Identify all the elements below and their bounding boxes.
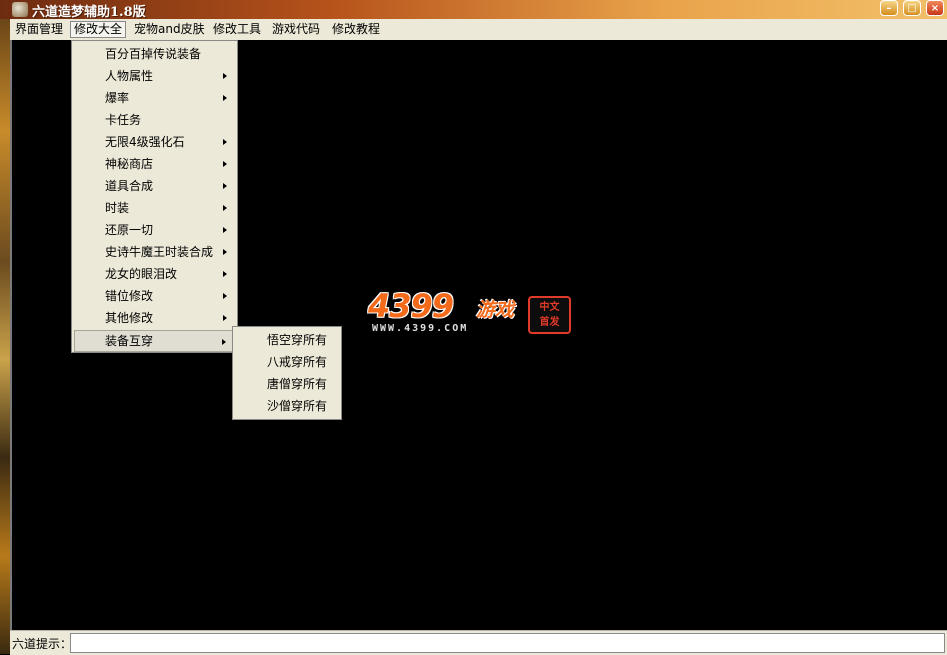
submenu-arrow-icon xyxy=(223,293,227,299)
status-bar: 六道提示： xyxy=(10,630,947,655)
dropdown-item-label: 错位修改 xyxy=(105,289,154,303)
close-button[interactable]: × xyxy=(926,0,944,16)
dropdown-item-legendary-drop[interactable]: 百分百掉传说装备 xyxy=(74,43,235,65)
submenu-arrow-icon xyxy=(222,339,226,345)
submenu-arrow-icon xyxy=(223,183,227,189)
dropdown-item-misplace-modify[interactable]: 错位修改 xyxy=(74,285,235,307)
submenu-arrow-icon xyxy=(223,271,227,277)
dropdown-item-fashion[interactable]: 时装 xyxy=(74,197,235,219)
desktop-background-strip xyxy=(0,0,10,654)
dropdown-item-label: 还原一切 xyxy=(105,223,154,237)
4399-logo: 4399 游戏 WWW.4399.COM 中文 首发 xyxy=(368,287,573,339)
dropdown-item-drop-rate[interactable]: 爆率 xyxy=(74,87,235,109)
dropdown-item-label: 爆率 xyxy=(105,91,130,105)
dropdown-item-equipment-swap[interactable]: 装备互穿 xyxy=(74,330,235,352)
modify-all-dropdown: 百分百掉传说装备 人物属性 爆率 卡任务 无限4级强化石 神秘商店 道具合成 时… xyxy=(71,40,238,353)
submenu-item-wukong[interactable]: 悟空穿所有 xyxy=(235,329,339,351)
window-title: 六道造梦辅助1.8版 xyxy=(32,5,146,20)
equipment-swap-submenu: 悟空穿所有 八戒穿所有 唐僧穿所有 沙僧穿所有 xyxy=(232,326,342,420)
dropdown-item-label: 其他修改 xyxy=(105,311,154,325)
submenu-arrow-icon xyxy=(223,205,227,211)
dropdown-item-label: 道具合成 xyxy=(105,179,154,193)
dropdown-item-mystery-shop[interactable]: 神秘商店 xyxy=(74,153,235,175)
dropdown-item-restore-all[interactable]: 还原一切 xyxy=(74,219,235,241)
dropdown-item-label: 装备互穿 xyxy=(105,334,154,348)
submenu-arrow-icon xyxy=(223,315,227,321)
app-icon xyxy=(12,2,28,17)
dropdown-item-label: 人物属性 xyxy=(105,69,154,83)
dropdown-item-dragon-girl-tears[interactable]: 龙女的眼泪改 xyxy=(74,263,235,285)
dropdown-item-label: 时装 xyxy=(105,201,130,215)
logo-number: 4399 xyxy=(368,287,454,325)
dropdown-item-label: 神秘商店 xyxy=(105,157,154,171)
dropdown-item-epic-bull-demon-fashion[interactable]: 史诗牛魔王时装合成 xyxy=(74,241,235,263)
menu-pets-and-skins[interactable]: 宠物and皮肤 xyxy=(131,21,208,38)
submenu-arrow-icon xyxy=(223,139,227,145)
dropdown-item-label: 史诗牛魔王时装合成 xyxy=(105,245,214,259)
menu-modify-all[interactable]: 修改大全 xyxy=(70,21,127,38)
dropdown-item-label: 百分百掉传说装备 xyxy=(105,47,202,61)
submenu-item-shaseng[interactable]: 沙僧穿所有 xyxy=(235,395,339,417)
status-label: 六道提示： xyxy=(12,637,73,651)
submenu-item-bajie[interactable]: 八戒穿所有 xyxy=(235,351,339,373)
seal-line-2: 首发 xyxy=(539,317,560,328)
logo-url: WWW.4399.COM xyxy=(372,323,469,334)
dropdown-item-other-modify[interactable]: 其他修改 xyxy=(74,307,235,329)
dropdown-item-infinite-stones[interactable]: 无限4级强化石 xyxy=(74,131,235,153)
submenu-arrow-icon xyxy=(223,95,227,101)
menu-game-codes[interactable]: 游戏代码 xyxy=(269,21,323,38)
submenu-arrow-icon xyxy=(223,73,227,79)
seal-line-1: 中文 xyxy=(539,302,560,313)
dropdown-item-character-attributes[interactable]: 人物属性 xyxy=(74,65,235,87)
menu-modify-tools[interactable]: 修改工具 xyxy=(210,21,264,38)
title-bar[interactable]: 六道造梦辅助1.8版 – □ × xyxy=(0,0,947,20)
dropdown-item-label: 龙女的眼泪改 xyxy=(105,267,178,281)
submenu-arrow-icon xyxy=(223,249,227,255)
submenu-arrow-icon xyxy=(223,161,227,167)
maximize-button[interactable]: □ xyxy=(903,0,921,16)
dropdown-item-skip-task[interactable]: 卡任务 xyxy=(74,109,235,131)
dropdown-item-label: 卡任务 xyxy=(105,113,142,127)
logo-chinese-text: 游戏 xyxy=(476,299,515,321)
status-field[interactable] xyxy=(70,633,945,653)
submenu-item-tangseng[interactable]: 唐僧穿所有 xyxy=(235,373,339,395)
menu-bar: 界面管理 修改大全 宠物and皮肤 修改工具 游戏代码 修改教程 xyxy=(10,19,947,41)
logo-seal: 中文 首发 xyxy=(528,296,571,334)
menu-modify-tutorial[interactable]: 修改教程 xyxy=(329,21,383,38)
dropdown-item-label: 无限4级强化石 xyxy=(105,135,185,149)
submenu-arrow-icon xyxy=(223,227,227,233)
dropdown-item-item-synthesis[interactable]: 道具合成 xyxy=(74,175,235,197)
menu-interface-manage[interactable]: 界面管理 xyxy=(12,21,66,38)
minimize-button[interactable]: – xyxy=(880,0,898,16)
